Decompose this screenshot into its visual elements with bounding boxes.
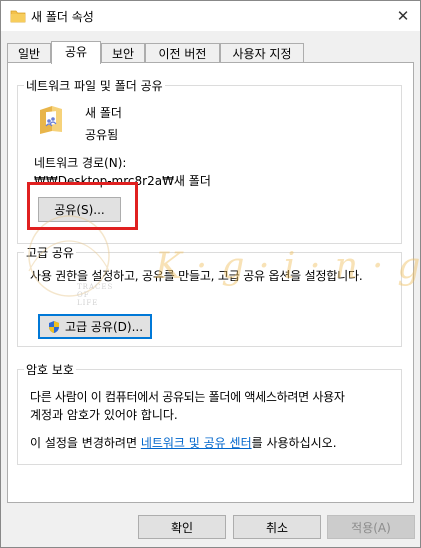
close-button[interactable]: ✕ [386,1,420,31]
advanced-share-button-label: 고급 공유(D)... [64,320,144,334]
apply-button[interactable]: 적용(A) [327,515,415,539]
tab-bar: 일반 공유 보안 이전 버전 사용자 지정 [7,41,417,64]
network-sharing-center-link[interactable]: 네트워크 및 공유 센터 [141,436,252,450]
advanced-share-title: 고급 공유 [24,244,76,261]
folder-name: 새 폴더 [85,106,122,120]
close-icon: ✕ [396,7,410,25]
tab-sharing[interactable]: 공유 [51,41,101,64]
advanced-share-button[interactable]: 고급 공유(D)... [38,314,152,339]
password-protection-line3: 이 설정을 변경하려면 네트워크 및 공유 센터를 사용하십시오. [30,434,337,451]
password-protection-line2: 계정과 암호가 있어야 합니다. [30,408,178,422]
tab-general[interactable]: 일반 [7,43,51,63]
highlight-box [27,182,138,230]
cancel-button[interactable]: 취소 [233,515,321,539]
advanced-share-description: 사용 권한을 설정하고, 공유를 만들고, 고급 공유 옵션을 설정합니다. [30,269,363,283]
tab-customize[interactable]: 사용자 지정 [220,43,304,63]
ok-button[interactable]: 확인 [138,515,226,539]
network-share-title: 네트워크 파일 및 폴더 공유 [24,77,165,94]
advanced-share-group: 고급 공유 사용 권한을 설정하고, 공유를 만들고, 고급 공유 옵션을 설정… [17,244,402,347]
line3-suffix: 를 사용하십시오. [251,436,337,450]
tab-previous-versions[interactable]: 이전 버전 [145,43,220,63]
line3-prefix: 이 설정을 변경하려면 [30,436,141,450]
password-protection-title: 암호 보호 [24,361,76,378]
network-path-label: 네트워크 경로(N): [34,156,127,170]
uac-shield-icon [47,320,61,334]
folder-icon [10,9,26,23]
window-title: 새 폴더 속성 [31,10,94,24]
title-bar: 새 폴더 속성 ✕ [1,1,420,31]
tab-security[interactable]: 보안 [101,43,145,63]
share-status: 공유됨 [85,128,119,142]
password-protection-group: 암호 보호 다른 사람이 이 컴퓨터에서 공유되는 폴더에 액세스하려면 사용자… [17,361,402,465]
shared-folder-icon [38,104,64,134]
sharing-panel: 네트워크 파일 및 폴더 공유 새 폴더 공유됨 네트워크 경로(N): ₩₩D… [7,62,414,503]
properties-window: 새 폴더 속성 ✕ 일반 공유 보안 이전 버전 사용자 지정 네트워크 파일 … [0,0,421,548]
password-protection-line1: 다른 사람이 이 컴퓨터에서 공유되는 폴더에 액세스하려면 사용자 [30,390,345,404]
